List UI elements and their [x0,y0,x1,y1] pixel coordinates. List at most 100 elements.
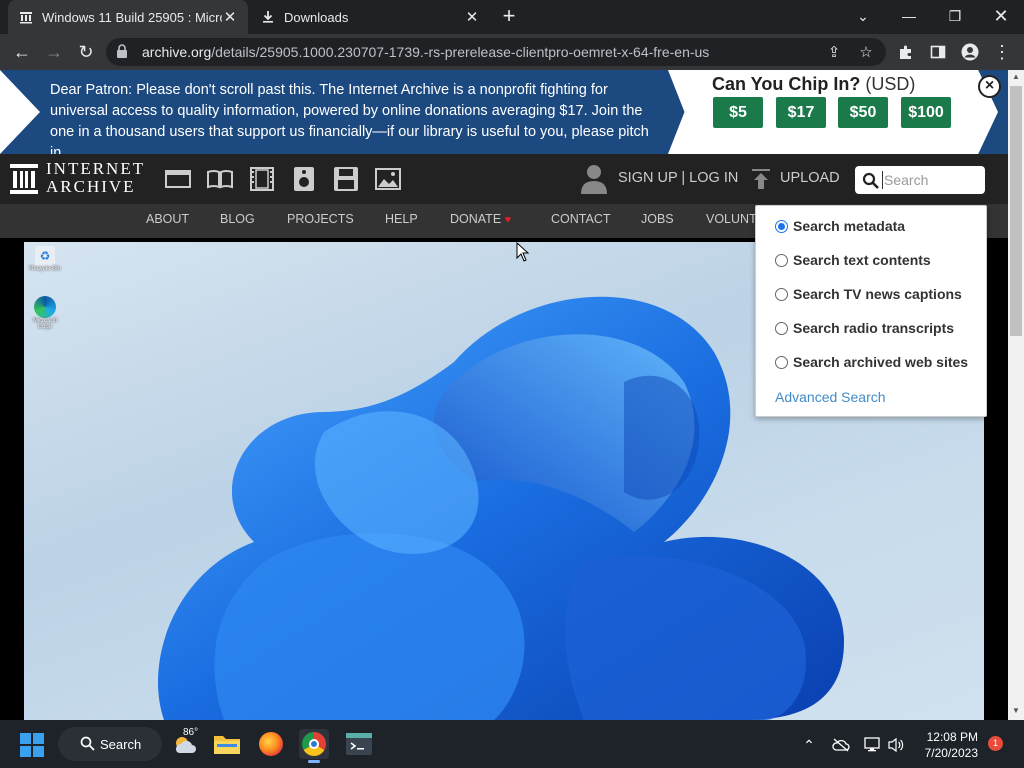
option-label: Search radio transcripts [793,320,955,336]
extensions-puzzle-icon[interactable] [894,40,918,64]
search-input[interactable] [882,171,980,189]
profile-icon[interactable] [958,40,982,64]
desktop-icon-edge[interactable]: Microsoft Edge [27,296,63,330]
search-options-dropdown [755,205,987,417]
terminal-app-icon[interactable] [344,729,374,759]
clock-time: 12:08 PM [926,730,978,744]
taskbar-search-button[interactable]: Search [58,727,162,761]
edge-icon [34,296,56,318]
web-icon[interactable] [165,166,191,192]
url-host: archive.org [142,44,212,60]
option-label: Search text contents [793,252,931,268]
option-label: Search archived web sites [793,354,969,370]
restore-button[interactable]: ❐ [932,0,978,32]
close-window-button[interactable]: ✕ [978,0,1024,32]
tab-downloads[interactable]: Downloads ✕ [250,0,490,34]
search-option-radio-transcripts[interactable]: Search radio transcripts [775,318,954,338]
chip-in-heading: Can You Chip In? [712,74,861,94]
search-option-metadata[interactable]: Search metadata [775,216,905,236]
search-icon[interactable] [862,172,880,190]
donate-17-button[interactable]: $17 [776,97,826,128]
share-icon[interactable]: ⇪ [822,40,846,64]
search-option-tv-captions[interactable]: Search TV news captions [775,284,962,304]
new-tab-button[interactable]: + [498,5,520,28]
search-option-text-contents[interactable]: Search text contents [775,250,931,270]
signup-login-link[interactable]: SIGN UP | LOG IN [618,170,738,186]
taskbar-search-label: Search [100,736,142,752]
chip-in-title: Can You Chip In? (USD) [712,74,915,95]
images-icon[interactable] [375,166,401,192]
taskbar-clock[interactable]: 12:08 PM 7/20/2023 [916,729,978,761]
option-label: Search metadata [793,218,906,234]
scroll-up-arrow-icon[interactable]: ▲ [1008,70,1024,84]
radio-unchecked[interactable] [775,321,788,335]
radio-unchecked[interactable] [775,287,788,301]
user-avatar-icon[interactable] [580,163,608,195]
banner-message: Dear Patron: Please don't scroll past th… [50,82,649,161]
nav-contact[interactable]: CONTACT [551,212,611,226]
radio-checked[interactable] [775,219,788,233]
weather-widget[interactable]: 86° [170,727,200,759]
mouse-cursor-icon [516,241,530,262]
notification-badge[interactable]: 1 [988,736,1003,751]
chrome-icon[interactable] [299,729,329,763]
upload-link[interactable]: UPLOAD [780,170,840,186]
cloud-sync-icon[interactable] [831,736,851,754]
search-icon [80,736,96,752]
desktop-icon-label: Microsoft Edge [32,318,58,330]
url-text[interactable]: archive.org/details/25905.1000.230707-17… [142,44,709,60]
tab-search-icon[interactable]: ⌄ [840,0,886,32]
minimize-button[interactable]: — [886,0,932,32]
close-tab-icon[interactable]: ✕ [222,8,238,26]
currency-label: (USD) [865,74,916,94]
donate-5-button[interactable]: $5 [713,97,763,128]
texts-book-icon[interactable] [207,166,233,192]
donate-100-button[interactable]: $100 [901,97,951,128]
scroll-down-arrow-icon[interactable]: ▼ [1008,704,1024,718]
url-path: /details/25905.1000.230707-1739.-rs-prer… [211,44,710,60]
advanced-search-link[interactable]: Advanced Search [775,389,886,405]
radio-unchecked[interactable] [775,355,788,369]
weather-temp: 86° [183,727,199,738]
nav-jobs[interactable]: JOBS [641,212,674,226]
scrollbar-thumb[interactable] [1010,86,1022,336]
network-icon[interactable] [863,736,883,754]
bookmark-star-icon[interactable]: ☆ [854,40,878,64]
nav-help[interactable]: HELP [385,212,418,226]
radio-unchecked[interactable] [775,253,788,267]
lock-icon[interactable] [116,44,130,60]
donate-50-button[interactable]: $50 [838,97,888,128]
archive-icon [18,9,34,25]
nav-about[interactable]: ABOUT [146,212,189,226]
reload-button[interactable]: ↻ [74,40,98,64]
file-explorer-icon[interactable] [212,729,242,759]
download-icon [260,9,276,25]
windows-start-icon[interactable] [20,733,44,757]
close-banner-button[interactable]: × [978,75,1001,98]
banner-decoration [0,70,40,154]
audio-speaker-icon[interactable] [291,166,317,192]
forward-button[interactable]: → [42,40,66,64]
nav-projects[interactable]: PROJECTS [287,212,354,226]
heart-icon: ♥ [504,214,512,226]
tray-overflow-chevron-icon[interactable]: ⌃ [799,736,819,754]
video-film-icon[interactable] [249,166,275,192]
software-floppy-icon[interactable] [333,166,359,192]
firefox-icon[interactable] [256,729,286,759]
archive-logo-icon[interactable] [10,164,38,194]
tab-archive[interactable]: Windows 11 Build 25905 : Micros ✕ [8,0,248,34]
volume-icon[interactable] [886,736,906,754]
back-button[interactable]: ← [10,40,34,64]
recycle-bin-icon: ♻ [35,246,55,266]
side-panel-icon[interactable] [926,40,950,64]
desktop-icon-recycle-bin[interactable]: ♻ Recycle Bin [27,246,63,272]
search-option-web-sites[interactable]: Search archived web sites [775,352,968,372]
close-tab-icon[interactable]: ✕ [464,8,480,26]
nav-volunteer[interactable]: VOLUNT [706,212,757,226]
nav-donate-label: DONATE [450,212,502,226]
menu-kebab-icon[interactable]: ⋮ [990,40,1014,64]
nav-blog[interactable]: BLOG [220,212,255,226]
nav-donate[interactable]: DONATE ♥ [450,212,511,226]
upload-arrow-icon[interactable] [750,168,772,190]
internet-archive-logo[interactable]: INTERNET ARCHIVE [46,160,145,196]
